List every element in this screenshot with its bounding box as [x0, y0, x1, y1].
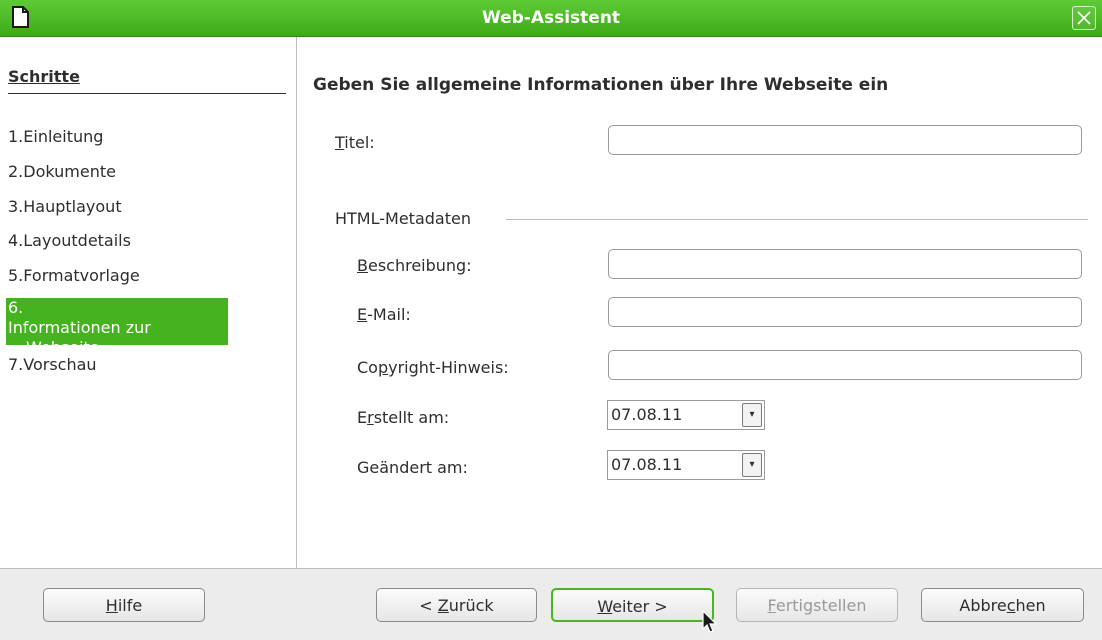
step-number: 2. [8, 162, 24, 181]
description-label: Beschreibung: [357, 256, 472, 275]
metadata-group-label: HTML-Metadaten [335, 209, 471, 228]
step-2[interactable]: 2.Dokumente [8, 162, 228, 181]
back-button[interactable]: < Zurück [376, 588, 537, 622]
step-number: 6. [8, 298, 24, 317]
steps-sidebar: Schritte 1.Einleitung 2.Dokumente 3.Haup… [0, 37, 297, 568]
created-date-value: 07.08.11 [611, 405, 683, 424]
step-label: Informationen zur [8, 318, 151, 337]
cancel-button[interactable]: Abbrechen [921, 588, 1084, 622]
step-3[interactable]: 3.Hauptlayout [8, 197, 228, 216]
modified-date-value: 07.08.11 [611, 455, 683, 474]
modified-label: Geändert am: [357, 458, 468, 477]
help-button[interactable]: Hilfe [43, 588, 205, 622]
step-label: Formatvorlage [23, 266, 140, 285]
title-input[interactable] [608, 125, 1082, 155]
step-label: Vorschau [23, 355, 97, 374]
wizard-content: Schritte 1.Einleitung 2.Dokumente 3.Haup… [0, 37, 1102, 568]
step-number: 1. [8, 127, 24, 146]
group-divider [506, 219, 1088, 220]
steps-heading: Schritte [8, 67, 286, 94]
copyright-label: Copyright-Hinweis: [357, 358, 509, 377]
step-4[interactable]: 4.Layoutdetails [8, 231, 228, 250]
button-bar: Hilfe < Zurück Weiter > Fertigstellen Ab… [0, 568, 1102, 640]
window-titlebar[interactable]: Web-Assistent [0, 0, 1102, 37]
dropdown-arrow-icon[interactable]: ▾ [742, 453, 762, 477]
step-number: 7. [8, 355, 24, 374]
page-heading: Geben Sie allgemeine Informationen über … [313, 75, 889, 95]
step-label: Einleitung [23, 127, 104, 146]
step-number: 5. [8, 266, 24, 285]
step-7[interactable]: 7.Vorschau [8, 355, 228, 374]
description-input[interactable] [608, 249, 1082, 279]
step-label: Layoutdetails [23, 231, 131, 250]
next-button[interactable]: Weiter > [551, 588, 714, 622]
mouse-cursor-icon [702, 610, 718, 633]
step-number: 3. [8, 197, 24, 216]
step-label: Dokumente [23, 162, 116, 181]
window-title: Web-Assistent [481, 8, 621, 28]
created-label: Erstellt am: [357, 408, 450, 427]
step-label: Hauptlayout [23, 197, 122, 216]
step-5[interactable]: 5.Formatvorlage [8, 266, 228, 285]
title-label: Titel: [335, 133, 375, 152]
created-date-field[interactable]: 07.08.11 ▾ [607, 400, 765, 430]
dropdown-arrow-icon[interactable]: ▾ [742, 403, 762, 427]
step-6-active[interactable]: 6. Informationen zur Webseite [6, 298, 228, 357]
step-number: 4. [8, 231, 24, 250]
close-icon[interactable] [1072, 6, 1096, 30]
finish-button[interactable]: Fertigstellen [736, 588, 898, 622]
copyright-input[interactable] [608, 350, 1082, 380]
step-1[interactable]: 1.Einleitung [8, 127, 228, 146]
modified-date-field[interactable]: 07.08.11 ▾ [607, 450, 765, 480]
email-input[interactable] [608, 297, 1082, 327]
email-label: E-Mail: [357, 305, 411, 324]
